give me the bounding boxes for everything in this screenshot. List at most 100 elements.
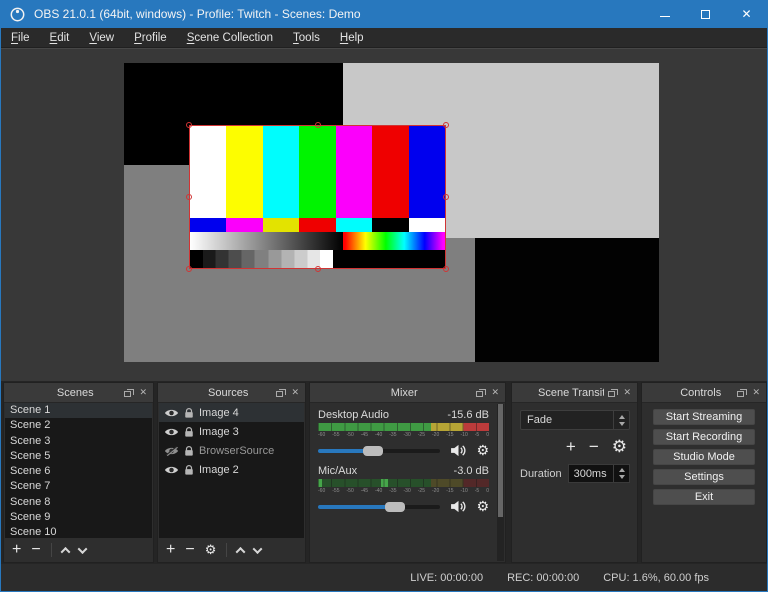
close-panel-icon[interactable]: ✕ [623,388,631,397]
dock-area: Scenes ✕ Scene 1 Scene 2 Scene 3 Scene 5… [1,381,767,565]
channel-gear-icon[interactable]: ⚙ [476,500,489,513]
selection-handle[interactable] [315,266,321,272]
selection-handle[interactable] [186,266,192,272]
scene-list-item[interactable]: Scene 8 [5,495,152,510]
scene-list-item[interactable]: Scene 10 [5,525,152,538]
lock-icon[interactable] [184,407,194,419]
scenes-panel-header[interactable]: Scenes ✕ [4,383,153,403]
float-panel-icon[interactable] [476,391,483,397]
transitions-panel-header[interactable]: Scene Transitions ✕ [512,383,637,403]
sources-panel-header[interactable]: Sources ✕ [158,383,305,403]
transition-select[interactable]: Fade [520,410,630,430]
source-properties-gear-icon[interactable]: ⚙ [205,543,217,557]
selection-handle[interactable] [186,194,192,200]
lock-icon[interactable] [184,464,194,476]
add-scene-button[interactable]: + [12,543,21,557]
preview-area [1,48,767,381]
channel-level-db: -15.6 dB [447,409,489,421]
selected-source-colorbars[interactable] [189,125,446,269]
menu-item-edit[interactable]: Edit [40,28,80,47]
volume-slider[interactable] [318,449,440,453]
scene-list-item[interactable]: Scene 6 [5,464,152,479]
volume-slider-handle[interactable] [363,446,383,456]
close-button[interactable]: ✕ [726,0,767,28]
start-streaming-button[interactable]: Start Streaming [653,409,755,425]
menu-item-file[interactable]: File [1,28,40,47]
menu-item-tools[interactable]: Tools [283,28,330,47]
move-source-down-button[interactable] [253,544,263,554]
controls-panel-header[interactable]: Controls ✕ [642,383,766,403]
move-source-up-button[interactable] [236,546,246,556]
volume-slider[interactable] [318,505,440,509]
selection-handle[interactable] [443,122,449,128]
close-panel-icon[interactable]: ✕ [291,388,299,397]
visibility-eye-icon[interactable] [164,427,179,437]
close-panel-icon[interactable]: ✕ [752,388,760,397]
titlebar[interactable]: OBS 21.0.1 (64bit, windows) - Profile: T… [1,0,767,28]
add-transition-button[interactable]: + [566,440,576,454]
selection-handle[interactable] [443,266,449,272]
colorbars-gradients [190,232,445,250]
mixer-panel-header[interactable]: Mixer ✕ [310,383,505,403]
remove-transition-button[interactable]: − [589,440,599,454]
scene-list-item[interactable]: Scene 2 [5,418,152,433]
duration-spinner[interactable] [613,465,629,482]
volume-slider-handle[interactable] [385,502,405,512]
speaker-icon[interactable] [450,500,467,513]
obs-logo-icon [10,7,25,22]
channel-gear-icon[interactable]: ⚙ [476,444,489,457]
scene-list-item[interactable]: Scene 3 [5,434,152,449]
mixer-channel-mic-aux: Mic/Aux -3.0 dB -60-55-50-45-40-35-30-25… [318,464,489,515]
visibility-eye-icon[interactable] [164,408,179,418]
spinner-up-icon [619,468,625,472]
source-list-item[interactable]: Image 3 [159,422,304,441]
obs-window: OBS 21.0.1 (64bit, windows) - Profile: T… [0,0,768,592]
scene-list-item[interactable]: Scene 5 [5,449,152,464]
scenes-list: Scene 1 Scene 2 Scene 3 Scene 5 Scene 6 … [5,403,152,538]
move-scene-up-button[interactable] [60,546,70,556]
transition-properties-gear-icon[interactable]: ⚙ [612,440,627,454]
scene-list-item[interactable]: Scene 7 [5,479,152,494]
controls-body: Start Streaming Start Recording Studio M… [642,403,766,562]
selection-handle[interactable] [315,122,321,128]
source-list-item[interactable]: BrowserSource [159,441,304,460]
exit-button[interactable]: Exit [653,489,755,505]
start-recording-button[interactable]: Start Recording [653,429,755,445]
lock-icon[interactable] [184,426,194,438]
remove-source-button[interactable]: − [185,543,194,557]
move-scene-down-button[interactable] [77,544,87,554]
source-list-item[interactable]: Image 4 [159,403,304,422]
spinner-down-icon [619,422,625,426]
speaker-icon[interactable] [450,444,467,457]
preview-canvas [124,63,659,362]
studio-mode-button[interactable]: Studio Mode [653,449,755,465]
visibility-eye-icon[interactable] [164,465,179,475]
duration-input[interactable]: 300ms [568,464,630,483]
float-panel-icon[interactable] [124,391,131,397]
menu-item-scene-collection[interactable]: Scene Collection [177,28,283,47]
add-source-button[interactable]: + [166,543,175,557]
selection-handle[interactable] [443,194,449,200]
combo-spinner[interactable] [613,411,629,429]
remove-scene-button[interactable]: − [31,543,40,557]
close-panel-icon[interactable]: ✕ [139,388,147,397]
scene-list-item[interactable]: Scene 9 [5,510,152,525]
source-list-item[interactable]: Image 2 [159,460,304,479]
float-panel-icon[interactable] [608,391,615,397]
float-panel-icon[interactable] [276,391,283,397]
scene-list-item[interactable]: Scene 1 [5,403,152,418]
minimize-button[interactable] [644,0,685,28]
mixer-scrollbar[interactable] [497,404,504,561]
meter-scale: -60-55-50-45-40-35-30-25-20-15-10-50 [318,488,489,496]
mixer-scrollbar-thumb[interactable] [498,404,503,517]
settings-button[interactable]: Settings [653,469,755,485]
lock-icon[interactable] [184,445,194,457]
menu-item-view[interactable]: View [79,28,124,47]
menu-item-help[interactable]: Help [330,28,374,47]
float-panel-icon[interactable] [737,391,744,397]
selection-handle[interactable] [186,122,192,128]
close-panel-icon[interactable]: ✕ [491,388,499,397]
maximize-button[interactable] [685,0,726,28]
visibility-eye-slash-icon[interactable] [164,446,179,456]
menu-item-profile[interactable]: Profile [124,28,177,47]
